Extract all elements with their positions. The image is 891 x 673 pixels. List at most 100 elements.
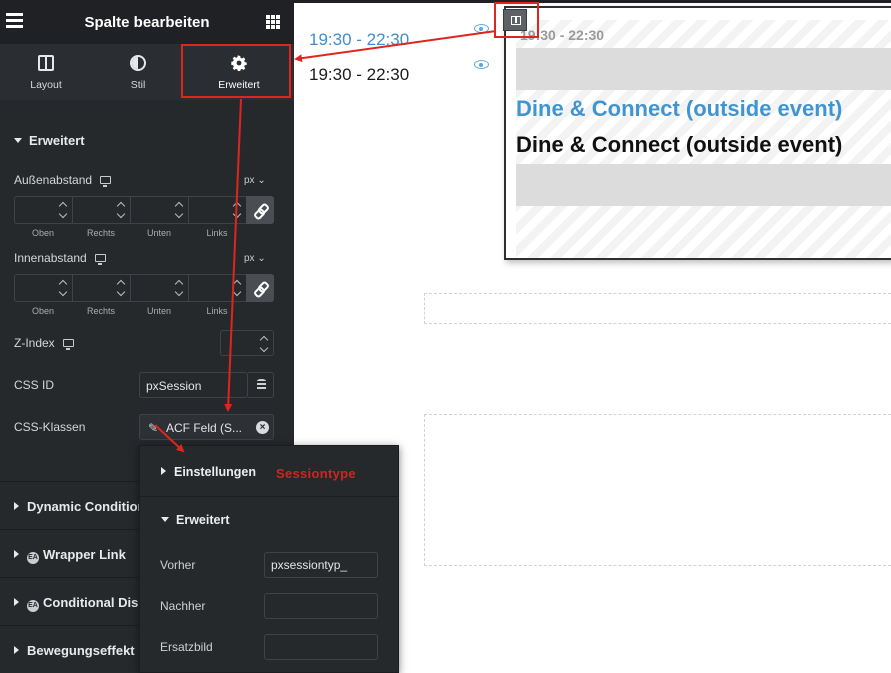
preview-title-linked: Dine & Connect (outside event) <box>516 96 843 121</box>
after-input[interactable] <box>264 593 378 619</box>
empty-column-placeholder[interactable] <box>424 293 891 324</box>
tab-label: Layout <box>30 79 62 91</box>
dynamic-tags-button[interactable] <box>248 372 274 398</box>
spinner-icon[interactable] <box>118 202 126 218</box>
annotation-box-column-handle <box>494 2 539 38</box>
spinner-icon[interactable] <box>261 336 269 352</box>
margin-label: Außenabstand <box>14 173 112 187</box>
sidebar-header: Spalte bearbeiten <box>0 0 294 44</box>
popover-settings-toggle[interactable]: Einstellungen <box>161 465 256 479</box>
remove-tag-icon[interactable]: × <box>256 421 269 434</box>
caret-down-icon <box>161 517 169 522</box>
spinner-icon[interactable] <box>176 202 184 218</box>
settings-label: Einstellungen <box>174 465 256 479</box>
dim-label-top: Oben <box>31 306 55 316</box>
popover-advanced-toggle[interactable]: Erweitert <box>161 513 230 527</box>
padding-bottom-input[interactable] <box>130 274 188 302</box>
spinner-icon[interactable] <box>234 280 242 296</box>
dim-label-top: Oben <box>31 228 55 238</box>
section-label: Bewegungseffekt <box>27 643 135 658</box>
wrench-icon[interactable]: ✎ <box>148 421 158 435</box>
annotation-note: Sessiontype <box>276 466 356 481</box>
desktop-icon[interactable] <box>100 176 112 187</box>
section-advanced-toggle[interactable]: Erweitert <box>14 133 85 148</box>
section-label: Dynamic Condition <box>27 499 146 514</box>
zindex-label-text: Z-Index <box>14 336 55 350</box>
divider <box>140 496 398 497</box>
unit-value: px <box>244 253 255 264</box>
spinner-icon[interactable] <box>60 280 68 296</box>
margin-inputs <box>14 196 274 224</box>
eye-icon[interactable] <box>474 24 489 33</box>
addon-badge-icon: EA <box>27 552 39 564</box>
annotation-box-advanced-tab <box>181 44 291 98</box>
spinner-icon[interactable] <box>60 202 68 218</box>
dim-label-left: Links <box>206 228 228 238</box>
margin-top-input[interactable] <box>14 196 72 224</box>
eye-icon[interactable] <box>474 60 489 69</box>
dim-label-left: Links <box>206 306 228 316</box>
padding-left-input[interactable] <box>188 274 246 302</box>
caret-right-icon <box>14 502 19 510</box>
padding-top-input[interactable] <box>14 274 72 302</box>
panel-title: Spalte bearbeiten <box>84 14 210 31</box>
link-icon <box>254 204 266 216</box>
margin-left-input[interactable] <box>188 196 246 224</box>
caret-right-icon <box>161 467 166 475</box>
tab-style[interactable]: Stil <box>92 44 184 100</box>
padding-right-input[interactable] <box>72 274 130 302</box>
section-title: Erweitert <box>29 133 85 148</box>
unit-value: px <box>244 175 255 186</box>
fallback-input[interactable] <box>264 634 378 660</box>
dim-label-right: Rechts <box>86 306 115 316</box>
caret-down-icon <box>14 138 22 143</box>
section-label: Wrapper Link <box>43 547 126 562</box>
padding-unit-select[interactable]: px ⌄ <box>244 253 266 264</box>
dynamic-tag-settings-popover: Einstellungen Sessiontype Erweitert Vorh… <box>139 445 399 673</box>
dim-label-bottom: Unten <box>146 306 172 316</box>
dynamic-tag-label: ACF Feld (S... <box>166 421 243 435</box>
addon-badge-icon: EA <box>27 600 39 612</box>
spinner-icon[interactable] <box>234 202 242 218</box>
tab-label: Stil <box>130 79 146 91</box>
css-id-label: CSS ID <box>14 378 55 392</box>
time-text[interactable]: 19:30 - 22:30 <box>309 65 409 85</box>
widgets-grid-icon[interactable] <box>266 15 280 29</box>
advanced-label: Erweitert <box>176 513 230 527</box>
dim-label-right: Rechts <box>86 228 115 238</box>
preview-title: Dine & Connect (outside event) <box>516 132 843 157</box>
zindex-input[interactable] <box>220 330 274 356</box>
spinner-icon[interactable] <box>176 280 184 296</box>
padding-label-text: Innenabstand <box>14 251 87 265</box>
padding-inputs <box>14 274 274 302</box>
section-label: Conditional Dis <box>43 595 139 610</box>
css-classes-label: CSS-Klassen <box>14 420 86 434</box>
padding-dimension-labels: Oben Rechts Unten Links <box>14 306 246 316</box>
caret-right-icon <box>14 598 19 606</box>
caret-right-icon <box>14 550 19 558</box>
tab-layout[interactable]: Layout <box>0 44 92 100</box>
link-values-button[interactable] <box>246 196 274 224</box>
link-values-button[interactable] <box>246 274 274 302</box>
margin-right-input[interactable] <box>72 196 130 224</box>
css-id-input[interactable]: pxSession <box>139 372 248 398</box>
element-preview: 19:30 - 22:30 Dine & Connect (outside ev… <box>504 6 891 260</box>
fallback-label: Ersatzbild <box>160 640 213 654</box>
after-label: Nachher <box>160 599 206 613</box>
spinner-icon[interactable] <box>118 280 126 296</box>
canvas-top-border <box>294 0 891 3</box>
database-icon <box>257 379 266 391</box>
editor-root: 19:30 - 22:30 19:30 - 22:30 19:30 - 22:3… <box>0 0 891 673</box>
desktop-icon[interactable] <box>94 254 106 265</box>
margin-unit-select[interactable]: px ⌄ <box>244 175 266 186</box>
margin-dimension-labels: Oben Rechts Unten Links <box>14 228 246 238</box>
empty-column-placeholder[interactable] <box>424 414 891 566</box>
preview-placeholder-block <box>516 164 891 206</box>
dynamic-tag-chip[interactable]: ✎ ACF Feld (S... × <box>139 414 274 440</box>
caret-right-icon <box>14 646 19 654</box>
margin-bottom-input[interactable] <box>130 196 188 224</box>
desktop-icon[interactable] <box>62 339 74 350</box>
layout-icon <box>38 55 54 71</box>
time-text-linked[interactable]: 19:30 - 22:30 <box>309 30 409 50</box>
before-input[interactable]: pxsessiontyp_ <box>264 552 378 578</box>
